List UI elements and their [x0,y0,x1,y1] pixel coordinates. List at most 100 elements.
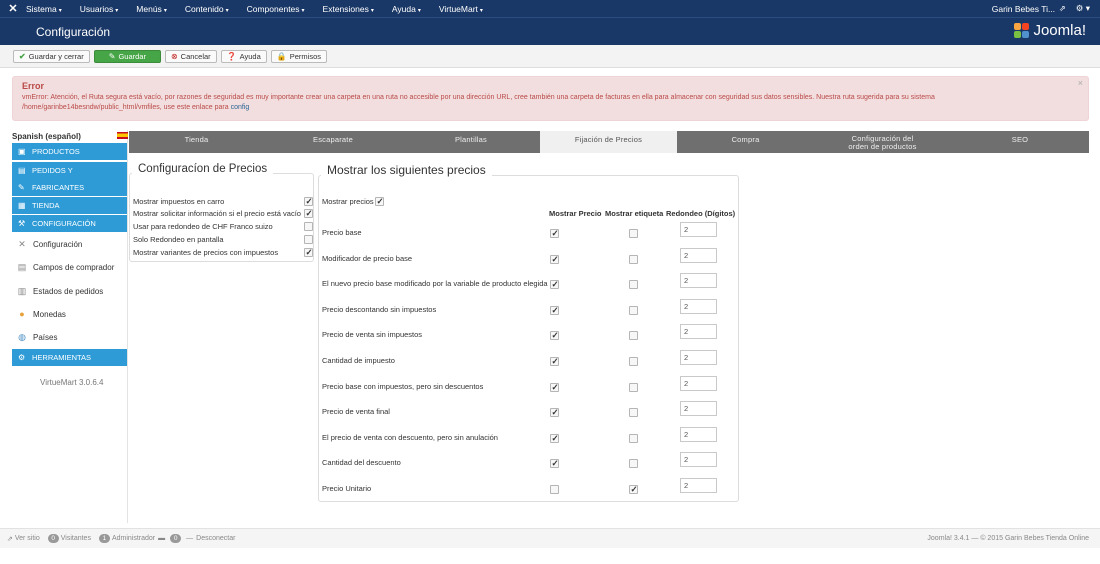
price-row-show-checkbox[interactable] [550,485,559,494]
external-link-icon[interactable]: ⇗ [1059,4,1066,13]
option-tax-in-cart-checkbox[interactable] [304,196,313,207]
help-button[interactable]: ❓ Ayuda [220,49,267,63]
price-row-show-checkbox[interactable] [550,433,559,444]
spain-flag-icon[interactable] [117,132,128,139]
tab-fijacion-precios[interactable]: Fijación de Precios [540,131,677,153]
menu-virtuemart[interactable]: VirtueMart ▾ [439,4,492,14]
menu-extensiones[interactable]: Extensiones ▾ [323,4,383,14]
sidebar-item-tienda[interactable]: ▦ TIENDA [12,197,127,214]
option-chf-rounding-checkbox[interactable] [304,222,313,231]
messages-badge: 0 [170,534,182,543]
price-row-label-checkbox[interactable] [629,306,638,315]
check-icon: ✔ [19,51,26,61]
option-ask-price-checkbox[interactable] [304,208,313,219]
price-row-show-checkbox[interactable] [550,330,559,341]
tab-tienda[interactable]: Tienda [129,131,264,153]
tab-compra[interactable]: Compra [677,131,814,153]
price-row-show-checkbox[interactable] [550,458,559,469]
price-row-label-checkbox[interactable] [629,408,638,417]
price-row-rounding-input[interactable]: 2 [680,350,717,365]
price-row-rounding-input[interactable]: 2 [680,401,717,416]
price-row-rounding-input[interactable]: 2 [680,376,717,391]
price-row-label: Precio descontando sin impuestos [322,305,437,314]
option-ask-price-label: Mostrar solicitar información si el prec… [133,209,301,218]
price-row-label-checkbox[interactable] [629,331,638,340]
price-row-rounding-input[interactable]: 2 [680,273,717,288]
sidebar-sub-campos[interactable]: ▤ Campos de comprador [12,257,127,277]
envelope-icon[interactable]: ▬ [158,535,165,542]
close-icon[interactable]: × [1078,78,1083,88]
menu-contenido[interactable]: Contenido ▾ [185,4,238,14]
sidebar-item-productos[interactable]: ▣ PRODUCTOS [12,143,127,160]
price-row-label: El nuevo precio base modificado por la v… [322,279,548,288]
option-display-rounding-checkbox[interactable] [304,235,313,244]
caret-down-icon: ▾ [479,7,483,14]
tab-escaparate[interactable]: Escaparate [264,131,402,153]
tab-seo[interactable]: SEO [951,131,1089,153]
price-row-label-checkbox[interactable] [629,229,638,238]
view-site-link[interactable]: Ver sitio [15,535,40,542]
menu-componentes[interactable]: Componentes ▾ [247,4,314,14]
save-button[interactable]: ✎ Guardar [93,49,161,63]
config-link[interactable]: config [231,104,250,111]
option-variants-tax-checkbox[interactable] [304,247,313,258]
price-row-label-checkbox[interactable] [629,383,638,392]
price-row-show-checkbox[interactable] [550,356,559,367]
price-row-show-checkbox[interactable] [550,305,559,316]
cancel-button[interactable]: ⊗ Cancelar [164,49,217,63]
price-row-rounding-input[interactable]: 2 [680,478,717,493]
menu-ayuda[interactable]: Ayuda ▾ [392,4,430,14]
price-row-rounding-input[interactable]: 2 [680,248,717,263]
price-row-label-checkbox[interactable] [629,280,638,289]
sidebar-item-fabricantes[interactable]: ✎ FABRICANTES [12,179,127,196]
logout-link[interactable]: Desconectar [196,535,235,542]
price-row-show-checkbox[interactable] [550,228,559,239]
external-link-icon: ⇗ [7,535,15,543]
alert-message: vmError: Atención, el Ruta segura está v… [22,94,935,111]
coins-icon: ● [19,309,25,319]
price-row-label-checkbox[interactable] [629,484,638,495]
menu-sistema[interactable]: Sistema ▾ [26,4,71,14]
sidebar-item-herramientas[interactable]: ⚙ HERRAMIENTAS [12,349,127,366]
price-row-label-checkbox[interactable] [629,255,638,264]
joomla-icon[interactable]: ✕ [0,2,26,15]
price-row-label: Precio base con impuestos, pero sin desc… [322,382,484,391]
price-row-rounding-input[interactable]: 2 [680,299,717,314]
sidebar-sub-paises[interactable]: ◍ Países [12,327,127,347]
toolbox-icon: ⚙ [18,353,26,362]
gear-icon[interactable]: ⚙ ▾ [1076,3,1090,14]
price-row-rounding-input[interactable]: 2 [680,452,717,467]
price-row-rounding-input[interactable]: 2 [680,427,717,442]
sidebar-sub-estados[interactable]: ▥ Estados de pedidos [12,281,127,301]
price-row-show-checkbox[interactable] [550,254,559,265]
price-row-label: Precio base [322,228,362,237]
admin-badge: 1 [98,534,110,543]
price-row-show-checkbox[interactable] [550,407,559,418]
joomla-logo-icon [1014,22,1030,39]
save-close-button[interactable]: ✔ Guardar y cerrar [13,49,90,63]
wrench-icon: ✎ [18,183,25,192]
page-header: Configuración Joomla! [0,17,1100,45]
price-row-show-checkbox[interactable] [550,279,559,290]
sidebar-item-configuracion[interactable]: ⚒ CONFIGURACIÓN [12,215,127,232]
sidebar-sub-monedas[interactable]: ● Monedas [12,304,127,324]
sidebar-sub-configuracion[interactable]: ✕ Configuración [12,234,127,254]
menu-menus[interactable]: Menús ▾ [136,4,176,14]
price-row-label-checkbox[interactable] [629,357,638,366]
price-row-rounding-input[interactable]: 2 [680,324,717,339]
price-row-rounding-input[interactable]: 2 [680,222,717,237]
column-header-show-price: Mostrar Precio [549,209,602,218]
price-row-label-checkbox[interactable] [629,459,638,468]
minus-icon: — [186,535,194,542]
price-row-show-checkbox[interactable] [550,382,559,393]
menu-usuarios[interactable]: Usuarios ▾ [80,4,128,14]
price-row-label-checkbox[interactable] [629,434,638,443]
topbar-right: Garin Bebes Ti... ⇗ ⚙ ▾ [992,3,1100,14]
show-prices-checkbox[interactable] [375,196,384,207]
user-name-link[interactable]: Garin Bebes Ti... [992,4,1055,14]
config-tabs: Tienda Escaparate Plantillas Fijación de… [129,131,1089,153]
permissions-button[interactable]: 🔒 Permisos [270,49,328,63]
tab-plantillas[interactable]: Plantillas [402,131,540,153]
sidebar-item-pedidos[interactable]: ▤ PEDIDOS Y [12,162,127,179]
tab-orden-productos[interactable]: Configuración del orden de productos [814,131,951,153]
